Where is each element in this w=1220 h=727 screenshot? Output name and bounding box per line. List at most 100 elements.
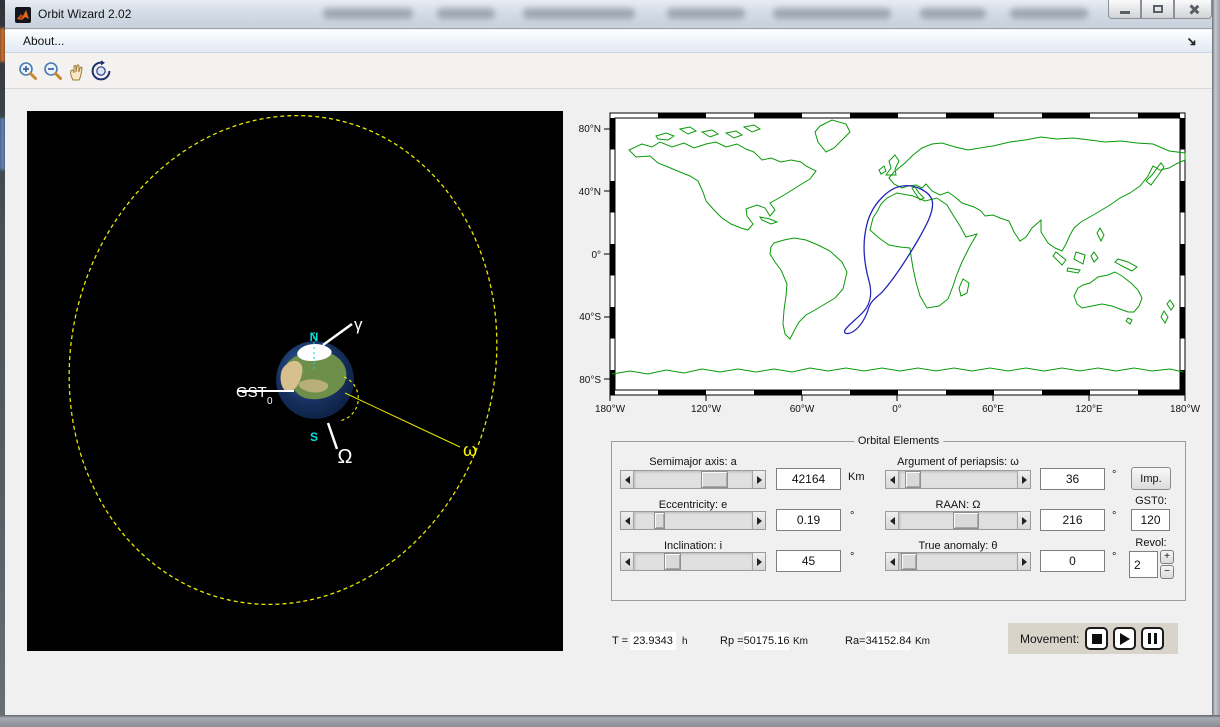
slider-track[interactable] [899, 512, 1017, 529]
stop-button[interactable] [1085, 627, 1108, 650]
titlebar-blur-artifact [667, 8, 745, 19]
pause-icon [1148, 633, 1157, 644]
window-controls [1108, 0, 1212, 19]
raan-slider[interactable] [885, 511, 1031, 530]
arg-periapsis-field[interactable]: 36 [1040, 468, 1105, 490]
perigee-unit: Km [793, 636, 808, 647]
slider-track[interactable] [634, 553, 752, 570]
close-button[interactable] [1174, 0, 1212, 19]
arg-periapsis-label: ω [463, 440, 477, 460]
ytick-label: 0° [591, 250, 601, 261]
zoom-out-icon[interactable] [42, 60, 64, 82]
slider-thumb[interactable] [701, 471, 728, 488]
true-anomaly-unit: ° [1112, 551, 1116, 563]
slider-track[interactable] [899, 471, 1017, 488]
imp-button[interactable]: Imp. [1131, 467, 1171, 490]
slider-thumb[interactable] [664, 553, 682, 570]
slider-left-arrow[interactable] [621, 553, 634, 570]
minimize-button[interactable] [1108, 0, 1141, 19]
slider-left-arrow[interactable] [886, 553, 899, 570]
gst0-field[interactable]: 120 [1131, 509, 1170, 531]
gst0-label: GST0: [1121, 495, 1181, 507]
slider-right-arrow[interactable] [1017, 553, 1030, 570]
menu-item-about[interactable]: About... [17, 34, 70, 48]
xtick-label: 0° [892, 404, 902, 415]
semimajor-slider[interactable] [620, 470, 766, 489]
slider-right-arrow[interactable] [1017, 471, 1030, 488]
zoom-in-icon[interactable] [17, 60, 39, 82]
xtick-label: 180°W [595, 404, 626, 415]
eccentricity-slider[interactable] [620, 511, 766, 530]
slider-track[interactable] [634, 512, 752, 529]
arg-periapsis-slider[interactable] [885, 470, 1031, 489]
inclination-field[interactable]: 45 [776, 550, 841, 572]
xtick-label: 60°E [982, 404, 1004, 415]
slider-left-arrow[interactable] [621, 512, 634, 529]
movement-label: Movement: [1020, 632, 1079, 646]
arg-periapsis-label-ui: Argument of periapsis: ω [878, 456, 1038, 468]
play-icon [1120, 633, 1130, 645]
eccentricity-label: Eccentricity: e [613, 499, 773, 511]
slider-right-arrow[interactable] [1017, 512, 1030, 529]
arrow-right-icon [1022, 558, 1027, 566]
rotate-3d-icon[interactable] [90, 60, 112, 82]
raan-field[interactable]: 216 [1040, 509, 1105, 531]
arrow-right-icon [757, 558, 762, 566]
perigee-label: Rp = [720, 635, 744, 647]
revol-field[interactable]: 2 [1129, 551, 1158, 578]
xtick-label: 180°W [1170, 404, 1201, 415]
titlebar-blur-artifact [1010, 8, 1088, 19]
apogee-unit: Km [915, 636, 930, 647]
arrow-right-icon [757, 476, 762, 484]
stop-icon [1092, 634, 1102, 644]
map-frame-top [610, 113, 1185, 118]
map-canvas [610, 113, 1185, 395]
slider-left-arrow[interactable] [621, 471, 634, 488]
semimajor-unit: Km [848, 471, 865, 483]
perigee-value: 50175.16 [744, 632, 789, 650]
orbit-3d-view[interactable]: GST 0 N S γ Ω ω [27, 111, 563, 651]
true-anomaly-slider[interactable] [885, 552, 1031, 571]
play-button[interactable] [1113, 627, 1136, 650]
inclination-slider[interactable] [620, 552, 766, 571]
period-value: 23.9343 [630, 632, 676, 650]
raan-label: Ω [338, 446, 353, 468]
vernal-equinox-label: γ [354, 315, 363, 334]
revol-label: Revol: [1121, 537, 1181, 549]
map-frame-bottom [610, 390, 1185, 395]
slider-thumb[interactable] [953, 512, 979, 529]
earth-globe [276, 341, 354, 419]
group-title: Orbital Elements [854, 435, 943, 447]
eccentricity-field[interactable]: 0.19 [776, 509, 841, 531]
slider-track[interactable] [899, 553, 1017, 570]
menu-overflow-icon[interactable] [1187, 37, 1198, 48]
arrow-left-icon [625, 517, 630, 525]
slider-thumb[interactable] [901, 553, 916, 570]
arrow-right-icon [1022, 476, 1027, 484]
maximize-button[interactable] [1141, 0, 1174, 19]
slider-thumb[interactable] [905, 471, 922, 488]
pause-button[interactable] [1141, 627, 1164, 650]
slider-right-arrow[interactable] [752, 512, 765, 529]
window-title: Orbit Wizard 2.02 [38, 7, 131, 21]
pan-hand-icon[interactable] [66, 60, 88, 82]
maximize-icon [1153, 5, 1163, 13]
titlebar[interactable]: Orbit Wizard 2.02 [5, 0, 1212, 29]
ytick-label: 40°S [579, 312, 601, 323]
arrow-right-icon [1022, 517, 1027, 525]
minimize-icon [1120, 11, 1130, 14]
true-anomaly-field[interactable]: 0 [1040, 550, 1105, 572]
period-unit: h [682, 636, 688, 647]
slider-right-arrow[interactable] [752, 553, 765, 570]
matlab-app-icon [15, 7, 31, 23]
slider-track[interactable] [634, 471, 752, 488]
slider-left-arrow[interactable] [886, 471, 899, 488]
semimajor-field[interactable]: 42164 [776, 468, 841, 490]
gst-label: GST [236, 384, 267, 401]
slider-left-arrow[interactable] [886, 512, 899, 529]
revol-increment-button[interactable]: + [1160, 550, 1174, 564]
revol-decrement-button[interactable]: − [1160, 565, 1174, 579]
titlebar-blur-artifact [523, 8, 635, 19]
slider-right-arrow[interactable] [752, 471, 765, 488]
slider-thumb[interactable] [654, 512, 665, 529]
